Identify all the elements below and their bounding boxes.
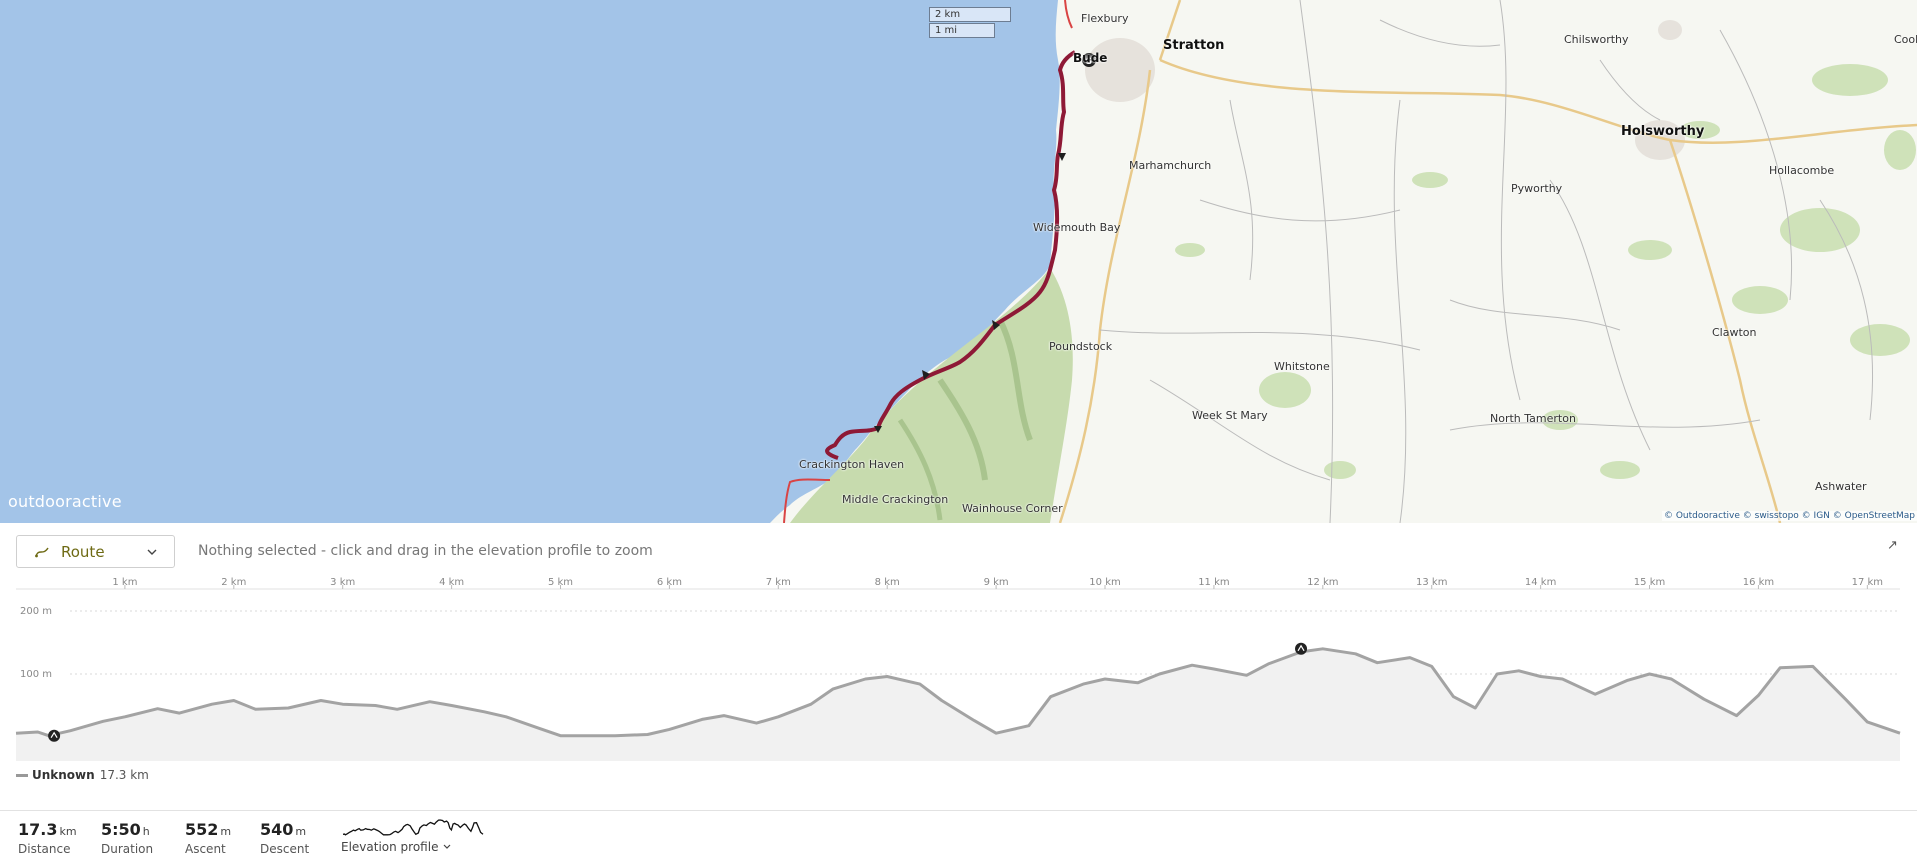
stat-ascent-value: 552 <box>185 820 219 839</box>
mini-elevation-sparkline[interactable] <box>341 819 485 837</box>
elevation-profile-label: Elevation profile <box>341 840 439 854</box>
place-poundstock: Poundstock <box>1049 340 1113 353</box>
x-tick-label: 11 km <box>1198 577 1229 588</box>
stat-duration: 5:50 h Duration <box>101 820 153 856</box>
place-flexbury: Flexbury <box>1081 12 1129 25</box>
x-tick-label: 3 km <box>330 577 355 588</box>
selection-hint: Nothing selected - click and drag in the… <box>198 543 653 559</box>
place-marhamchurch: Marhamchurch <box>1129 159 1212 172</box>
place-widemouth-bay: Widemouth Bay <box>1033 221 1121 234</box>
place-week-st-mary: Week St Mary <box>1192 409 1268 422</box>
stat-distance-unit: km <box>59 825 77 838</box>
legend-series-name: Unknown <box>32 768 95 782</box>
start-marker-icon[interactable] <box>48 729 61 742</box>
y-tick-label: 200 m <box>20 606 52 617</box>
stat-duration-value: 5:50 <box>101 820 141 839</box>
place-crackington-haven: Crackington Haven <box>799 458 905 471</box>
x-tick-label: 1 km <box>112 577 137 588</box>
stat-descent: 540 m Descent <box>260 820 309 856</box>
map-attribution[interactable]: © Outdooractive © swisstopo © IGN © Open… <box>1661 511 1917 521</box>
x-tick-label: 9 km <box>984 577 1009 588</box>
sparkline-path <box>342 819 484 836</box>
stat-descent-unit: m <box>295 825 307 838</box>
elevation-profile-toggle[interactable]: Elevation profile <box>341 840 452 854</box>
summit-marker-icon[interactable] <box>1295 642 1308 655</box>
stat-descent-label: Descent <box>260 842 310 856</box>
x-tick-label: 14 km <box>1525 577 1556 588</box>
stat-ascent-label: Ascent <box>185 842 226 856</box>
stat-distance-label: Distance <box>18 842 71 856</box>
x-tick-label: 8 km <box>875 577 900 588</box>
legend-series-length: 17.3 km <box>99 768 149 782</box>
place-cook: Cook <box>1894 33 1917 46</box>
elevation-profile-chart[interactable]: 1 km 2 km 3 km 4 km 5 km 6 km 7 km 8 km 9 km 10 k… <box>0 571 1917 771</box>
place-holsworthy: Holsworthy <box>1621 124 1705 139</box>
stat-duration-unit: h <box>142 825 150 838</box>
stat-duration-label: Duration <box>101 842 154 856</box>
x-tick-label: 6 km <box>657 577 682 588</box>
route-icon <box>35 547 49 557</box>
x-tick-label: 10 km <box>1089 577 1120 588</box>
map-view[interactable]: S 2 km 1 mi Flexbury Bude Stratton Chils… <box>0 0 1917 523</box>
collapse-arrows-icon[interactable]: ↗ <box>1880 538 1905 558</box>
stat-ascent-unit: m <box>220 825 232 838</box>
place-wainhouse-corner: Wainhouse Corner <box>962 502 1063 515</box>
route-stats-bar: 17.3 km Distance 5:50 h Duration 552 m Asce… <box>0 810 1917 861</box>
outdooractive-logo: outdooractive <box>8 492 122 511</box>
place-hollacombe: Hollacombe <box>1769 164 1835 177</box>
place-whitstone: Whitstone <box>1274 360 1330 373</box>
x-tick-label: 16 km <box>1743 577 1774 588</box>
place-north-tamerton: North Tamerton <box>1490 412 1576 425</box>
chevron-down-icon <box>443 844 451 849</box>
x-tick-label: 2 km <box>221 577 246 588</box>
map-canvas[interactable]: S <box>0 0 1917 523</box>
x-tick-label: 17 km <box>1852 577 1883 588</box>
place-pyworthy: Pyworthy <box>1511 182 1563 195</box>
place-chilsworthy: Chilsworthy <box>1564 33 1629 46</box>
scale-mi: 1 mi <box>929 23 995 38</box>
x-tick-label: 5 km <box>548 577 573 588</box>
x-tick-label: 7 km <box>766 577 791 588</box>
place-stratton: Stratton <box>1163 38 1225 53</box>
x-tick-label: 13 km <box>1416 577 1447 588</box>
elevation-panel: Route Nothing selected - click and drag … <box>0 523 1917 861</box>
stat-distance: 17.3 km Distance <box>18 820 77 856</box>
stat-descent-value: 540 <box>260 820 294 839</box>
stat-ascent: 552 m Ascent <box>185 820 231 856</box>
chevron-down-icon <box>147 549 157 555</box>
stat-distance-value: 17.3 <box>18 820 58 839</box>
place-clawton: Clawton <box>1712 326 1757 339</box>
place-bude: Bude <box>1073 51 1108 65</box>
place-ashwater: Ashwater <box>1815 480 1867 493</box>
x-tick-label: 12 km <box>1307 577 1338 588</box>
y-tick-label: 100 m <box>20 669 52 680</box>
chart-legend: Unknown 17.3 km <box>16 768 149 782</box>
x-tick-label: 15 km <box>1634 577 1665 588</box>
route-select-label: Route <box>61 542 105 561</box>
route-select[interactable]: Route <box>16 535 175 568</box>
legend-swatch <box>16 773 28 777</box>
x-tick-label: 4 km <box>439 577 464 588</box>
place-middle-crackington: Middle Crackington <box>842 493 949 506</box>
scale-km: 2 km <box>929 7 1011 22</box>
